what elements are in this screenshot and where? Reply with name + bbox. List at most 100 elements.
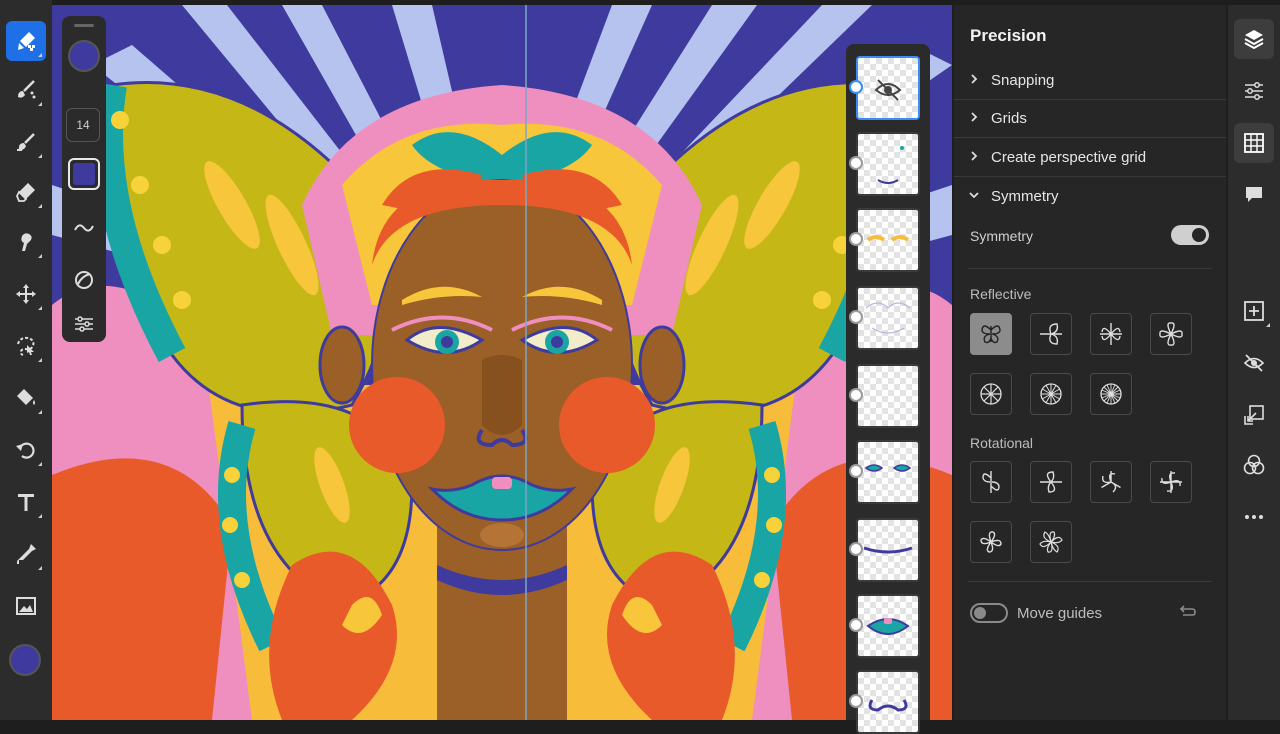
layer-preview [866,235,910,242]
add-layer-icon [1244,301,1264,321]
symmetry-rotational-2fold[interactable] [970,461,1012,503]
layer-thumbnail-2[interactable] [856,132,920,196]
blend-button[interactable] [1234,445,1274,485]
smoothing-icon[interactable] [72,216,96,240]
leaf-icon [1040,323,1062,345]
symmetry-reflective-radial-16[interactable] [1090,373,1132,415]
symmetry-reflective-radial-8[interactable] [970,373,1012,415]
layer-thumbnail-7[interactable] [856,518,920,582]
brush-settings-panel: 14 [62,16,106,342]
live-brush-tool[interactable] [6,70,46,110]
move-tool[interactable] [6,274,46,314]
reset-guides-icon[interactable] [1178,603,1198,623]
section-snapping[interactable]: Snapping [954,61,1226,100]
symmetry-reflective-butterfly[interactable] [970,313,1012,355]
section-grids[interactable]: Grids [954,99,1226,138]
more-icon [1245,515,1263,519]
layer-thumbnail-6[interactable] [856,440,920,504]
transform-icon [16,442,35,459]
layer-visibility-dot-8[interactable] [849,618,863,632]
lasso-tool[interactable] [6,326,46,366]
layer-visibility-dot-2[interactable] [849,156,863,170]
color-swatch[interactable] [9,644,41,676]
chevron-down-icon [969,192,979,199]
smudge-tool[interactable] [6,222,46,262]
layer-visibility-dot-3[interactable] [849,232,863,246]
layer-thumbnail-5[interactable] [856,364,920,428]
layer-preview [865,302,911,334]
layer-visibility-dot-4[interactable] [849,310,863,324]
symmetry-rotational-leaf[interactable] [1030,461,1072,503]
image-icon [16,597,36,615]
brush-settings-icon[interactable] [72,312,96,336]
more-button[interactable] [1234,497,1274,537]
radial-8-icon [980,383,1002,405]
brush-color-square[interactable] [68,158,100,190]
layer-thumbnail-3[interactable] [856,208,920,272]
symmetry-rotational-6fold[interactable] [1030,521,1072,563]
symmetry-rotational-3fold[interactable] [1090,461,1132,503]
symmetry-rotational-5fold[interactable] [970,521,1012,563]
brush-color-swatch[interactable] [68,40,100,72]
layer-visibility-dot-9[interactable] [849,694,863,708]
symmetry-toggle[interactable] [1171,225,1209,245]
divider [968,268,1212,269]
image-tool[interactable] [6,586,46,626]
add-layer-button[interactable] [1234,291,1274,331]
properties-button[interactable] [1234,71,1274,111]
layer-preview [868,699,908,712]
section-label: Symmetry [991,188,1059,205]
text-tool[interactable] [6,482,46,522]
artwork-canvas[interactable] [52,5,952,720]
layer-preview [863,546,913,554]
hide-layer-button[interactable] [1234,343,1274,383]
smudge-icon [21,233,32,251]
move-guides-label: Move guides [1017,605,1103,622]
fill-icon [17,389,35,405]
eyedropper-tool[interactable] [6,534,46,574]
precision-grid-button[interactable] [1234,123,1274,163]
layer-thumbnail-1[interactable] [856,56,920,120]
layer-thumbnail-9[interactable] [856,670,920,734]
layer-visibility-dot-7[interactable] [849,542,863,556]
rotational-2fold-icon [982,471,1000,493]
symmetry-reflective-leaf[interactable] [1030,313,1072,355]
section-label: Create perspective grid [991,149,1147,166]
radial-12-icon [1040,383,1062,405]
move-guides-toggle[interactable] [970,603,1008,623]
rotational-label: Rotational [970,435,1034,451]
import-button[interactable] [1234,395,1274,435]
layer-visibility-dot-1[interactable] [849,80,863,94]
vector-brush-tool[interactable] [6,122,46,162]
text-icon [18,494,34,511]
section-perspective-grid[interactable]: Create perspective grid [954,138,1226,177]
symmetry-reflective-quad-butterfly[interactable] [1090,313,1132,355]
grid-icon [1244,133,1264,153]
brush-size-value[interactable]: 14 [66,108,100,142]
symmetry-reflective-radial-12[interactable] [1030,373,1072,415]
comments-button[interactable] [1234,175,1274,215]
eraser-tool[interactable] [6,172,46,212]
pressure-icon[interactable] [72,268,96,292]
chevron-right-icon [971,74,978,84]
symmetry-rotational-4fold[interactable] [1150,461,1192,503]
hide-layer-icon [1243,354,1265,372]
transform-tool[interactable] [6,430,46,470]
fill-tool[interactable] [6,378,46,418]
layer-visibility-dot-6[interactable] [849,464,863,478]
section-symmetry[interactable]: Symmetry [954,177,1226,215]
layer-thumbnail-4[interactable] [856,286,920,350]
pixel-brush-tool[interactable] [6,21,46,61]
rotational-6fold-icon [1039,531,1063,553]
symmetry-reflective-flower[interactable] [1150,313,1192,355]
layer-thumbnail-8[interactable] [856,594,920,658]
layers-button[interactable] [1234,19,1274,59]
layer-preview [866,618,910,635]
section-label: Grids [991,110,1027,127]
lasso-icon [17,336,35,356]
pixel-brush-icon [18,32,35,51]
layer-visibility-dot-5[interactable] [849,388,863,402]
eye-hidden-icon [874,79,902,101]
panel-drag-handle[interactable] [74,24,94,27]
layer-preview [864,464,912,472]
